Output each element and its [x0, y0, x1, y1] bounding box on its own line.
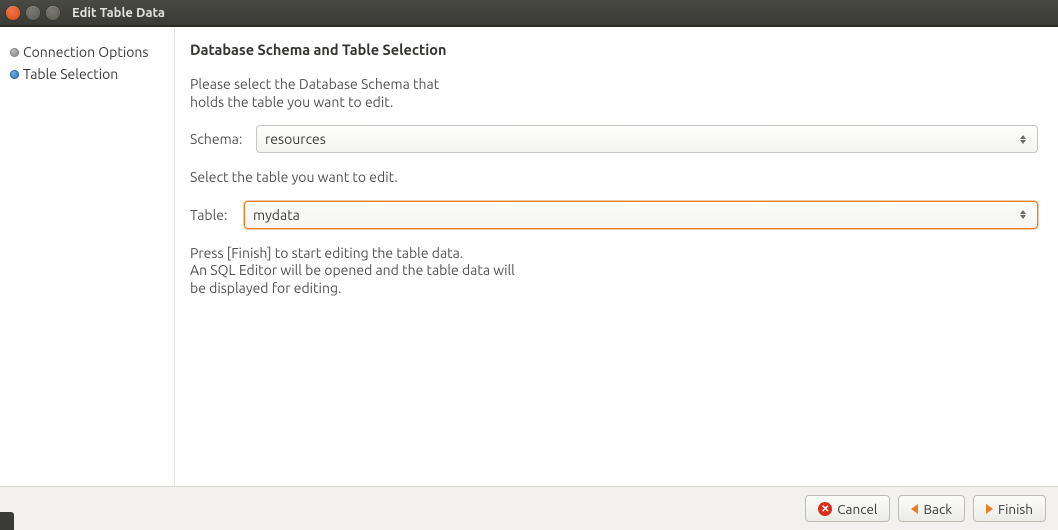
window-controls	[6, 6, 60, 20]
table-row: Table: mydata	[190, 201, 1038, 229]
minimize-icon[interactable]	[26, 6, 40, 20]
content-area: Connection Options Table Selection Datab…	[0, 27, 1058, 486]
cancel-icon: ✕	[818, 502, 832, 516]
table-value: mydata	[253, 207, 300, 223]
table-label: Table:	[190, 207, 236, 223]
schema-value: resources	[265, 131, 326, 147]
outro-text: Press [Finish] to start editing the tabl…	[190, 245, 1038, 298]
sidebar-item-label: Table Selection	[23, 66, 118, 82]
intro-text: Please select the Database Schema that h…	[190, 76, 1038, 111]
finish-button[interactable]: Finish	[973, 495, 1046, 522]
schema-label: Schema:	[190, 131, 248, 147]
spinner-icon	[1017, 210, 1029, 219]
select-table-text: Select the table you want to edit.	[190, 169, 1038, 187]
bullet-icon	[10, 48, 19, 57]
schema-combobox[interactable]: resources	[256, 125, 1038, 153]
table-combobox[interactable]: mydata	[244, 201, 1038, 229]
schema-row: Schema: resources	[190, 125, 1038, 153]
sidebar-item-label: Connection Options	[23, 44, 149, 60]
spinner-icon	[1017, 135, 1029, 144]
chevron-left-icon	[911, 504, 918, 514]
back-button[interactable]: Back	[898, 495, 965, 522]
cancel-button[interactable]: ✕ Cancel	[805, 495, 890, 522]
close-icon[interactable]	[6, 6, 20, 20]
main-panel: Database Schema and Table Selection Plea…	[175, 27, 1058, 486]
page-title: Database Schema and Table Selection	[190, 41, 1038, 58]
sidebar-item-table-selection[interactable]: Table Selection	[0, 63, 174, 85]
sidebar-item-connection-options[interactable]: Connection Options	[0, 41, 174, 63]
titlebar: Edit Table Data	[0, 0, 1058, 25]
chevron-right-icon	[986, 504, 993, 514]
window-title: Edit Table Data	[72, 6, 165, 20]
sidebar: Connection Options Table Selection	[0, 27, 175, 486]
corner-tab	[0, 512, 14, 530]
bullet-icon	[10, 70, 19, 79]
maximize-icon[interactable]	[46, 6, 60, 20]
button-bar: ✕ Cancel Back Finish	[0, 486, 1058, 530]
